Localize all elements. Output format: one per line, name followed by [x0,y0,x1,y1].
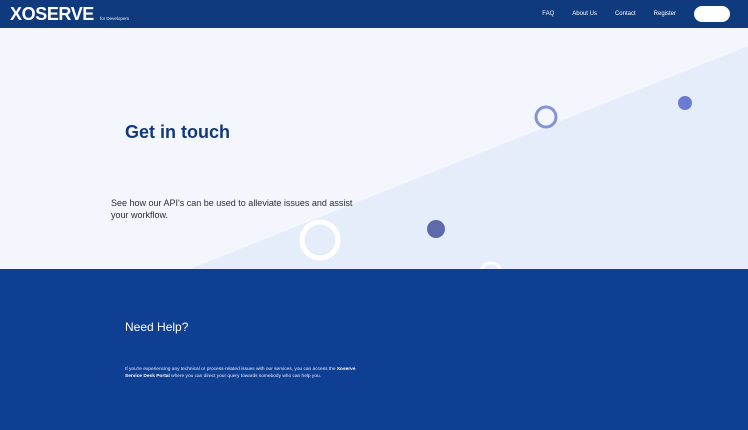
hero-section: Get in touch See how our API's can be us… [0,28,748,269]
need-help-section: Need Help? If you're experiencing any te… [0,269,748,430]
need-help-title: Need Help? [125,320,189,334]
hero-description: See how our API's can be used to allevia… [111,198,353,221]
decor-dot-top-right [678,96,692,110]
brand-tagline: for Developers [99,15,130,21]
brand: XOSERVE for Developers [10,5,129,23]
hero-diagonal-shape [190,46,748,269]
nav-about-us[interactable]: About Us [572,11,597,17]
need-help-body: If you're experiencing any technical or … [125,367,370,381]
top-navigation-bar: XOSERVE for Developers FAQ About Us Cont… [0,0,748,28]
hero-title: Get in touch [125,122,230,142]
decor-dot-middle [427,220,445,238]
nav-contact[interactable]: Contact [615,11,636,17]
decor-ring-top [534,105,558,129]
nav-register[interactable]: Register [654,11,676,17]
hero-background [190,46,748,269]
need-help-body-tail: where you can direct your query towards … [169,373,321,379]
sign-in-button[interactable]: Sign In [694,6,730,22]
nav-faq[interactable]: FAQ [542,11,554,17]
xoserve-logo[interactable]: XOSERVE [10,5,94,23]
need-help-body-lead: If you're experiencing any technical or … [125,366,337,372]
header-nav: FAQ About Us Contact Register Sign In [542,0,748,28]
